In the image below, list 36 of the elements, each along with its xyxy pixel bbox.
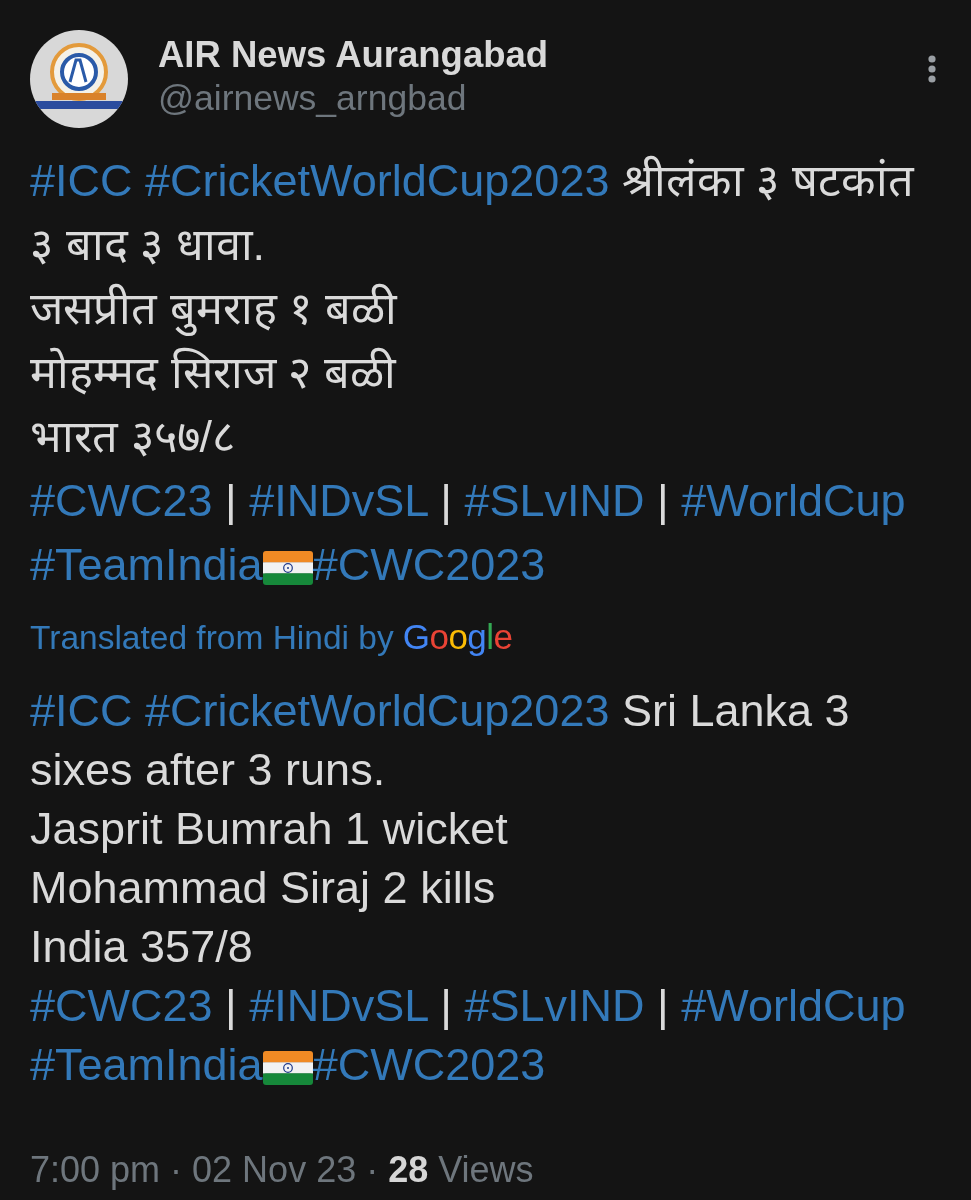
hashtag-link[interactable]: #CricketWorldCup2023: [145, 155, 610, 206]
hashtag-link[interactable]: #CWC2023: [312, 539, 546, 590]
tweet-text: #ICC #CricketWorldCup2023 Sri Lanka 3: [30, 684, 850, 738]
hashtag-link[interactable]: #ICC: [30, 685, 133, 736]
tweet-text: Mohammad Siraj 2 kills: [30, 861, 496, 915]
hashtag-link[interactable]: #TeamIndia: [30, 539, 263, 590]
flag-icon: [262, 551, 313, 585]
tweet-text: ३ बाद ३ धावा.: [30, 218, 265, 272]
hashtag-link[interactable]: #WorldCup: [681, 475, 906, 526]
flag-icon: [262, 1051, 313, 1085]
hashtag-link[interactable]: #INDvSL: [249, 475, 428, 526]
tweet-text: भारत ३५७/८: [30, 410, 235, 464]
google-logo: Google: [402, 617, 513, 657]
hashtag-link[interactable]: #CricketWorldCup2023: [145, 685, 610, 736]
author-handle[interactable]: @airnews_arngbad: [158, 77, 467, 119]
tweet-text: sixes after 3 runs.: [30, 743, 386, 797]
tweet-text: India 357/8: [30, 920, 253, 974]
hashtag-link[interactable]: #WorldCup: [681, 980, 906, 1031]
hashtag-link[interactable]: #CWC23: [30, 980, 213, 1031]
tweet-text: #CWC23 | #INDvSL | #SLvIND | #WorldCup: [30, 979, 906, 1033]
tweet-text: जसप्रीत बुमराह १ बळी: [30, 282, 397, 338]
translation-credit: Translated from Hindi by: [30, 618, 394, 658]
hashtag-link[interactable]: #SLvIND: [464, 475, 645, 526]
hashtag-link[interactable]: #CWC23: [30, 475, 213, 526]
hashtag-link[interactable]: #SLvIND: [464, 980, 645, 1031]
tweet-text: Jasprit Bumrah 1 wicket: [30, 802, 508, 856]
hashtag-link[interactable]: #INDvSL: [249, 980, 428, 1031]
tweet-meta: 7:00 pm · 02 Nov 23 · 28 Views: [30, 1150, 534, 1190]
more-options-icon[interactable]: [928, 55, 936, 83]
author-name[interactable]: AIR News Aurangabad: [158, 34, 549, 76]
tweet-text: #ICC #CricketWorldCup2023 श्रीलंका ३ षटकांत: [30, 154, 914, 208]
hashtag-link[interactable]: #ICC: [30, 155, 133, 206]
hashtag-link[interactable]: #CWC2023: [312, 1039, 546, 1090]
tweet-text: #CWC23 | #INDvSL | #SLvIND | #WorldCup: [30, 474, 906, 528]
tweet-text: मोहम्मद सिराज २ बळी: [30, 346, 396, 400]
hashtag-link[interactable]: #TeamIndia: [30, 1039, 263, 1090]
